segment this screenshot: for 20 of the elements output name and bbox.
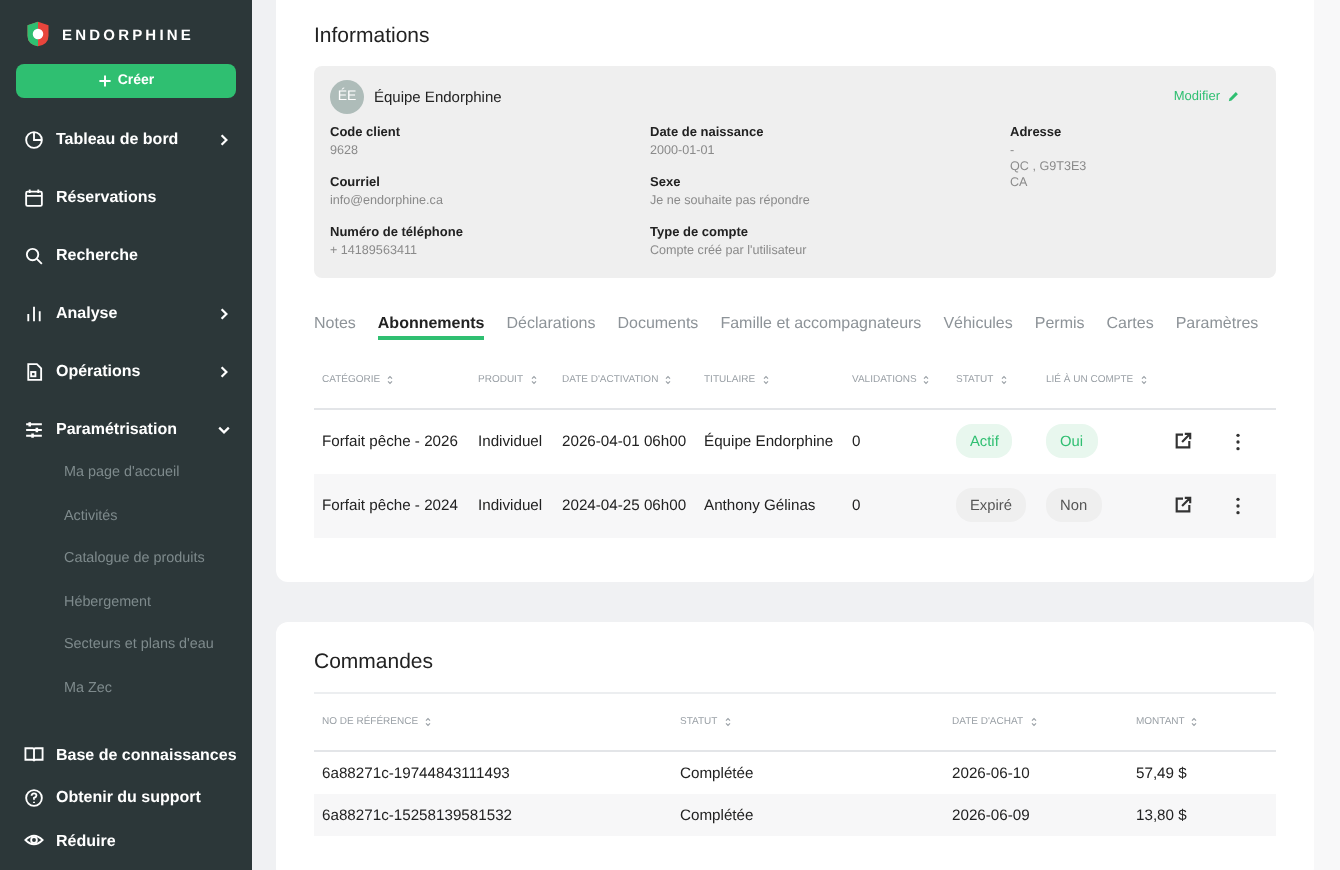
tab[interactable]: Déclarations (506, 313, 596, 340)
nav-item[interactable]: Analyse (16, 284, 236, 342)
nav-item[interactable]: Réservations (16, 168, 236, 226)
nav-item[interactable]: Paramétrisation (16, 400, 236, 458)
tab[interactable]: Documents (617, 313, 699, 340)
tab[interactable]: Paramètres (1175, 313, 1259, 340)
tab[interactable]: Abonnements (377, 313, 485, 340)
tab[interactable]: Véhicules (943, 313, 1013, 340)
tab[interactable]: Famille et accompagnateurs (720, 313, 922, 340)
tab[interactable]: Permis (1034, 313, 1085, 340)
section-title: Informations (314, 24, 432, 48)
nav-item[interactable]: Base de connaissances (16, 733, 236, 776)
tab[interactable]: Notes (314, 313, 356, 340)
nav-item[interactable]: Tableau de bord (16, 110, 236, 168)
nav-item[interactable]: Opérations (16, 342, 236, 400)
nav-item[interactable]: Recherche (16, 226, 236, 284)
tab[interactable]: Cartes (1106, 313, 1154, 340)
section-title: Commandes (314, 649, 436, 674)
nav-item[interactable]: Réduire (16, 819, 236, 862)
nav-item[interactable]: Obtenir du support (16, 776, 236, 819)
